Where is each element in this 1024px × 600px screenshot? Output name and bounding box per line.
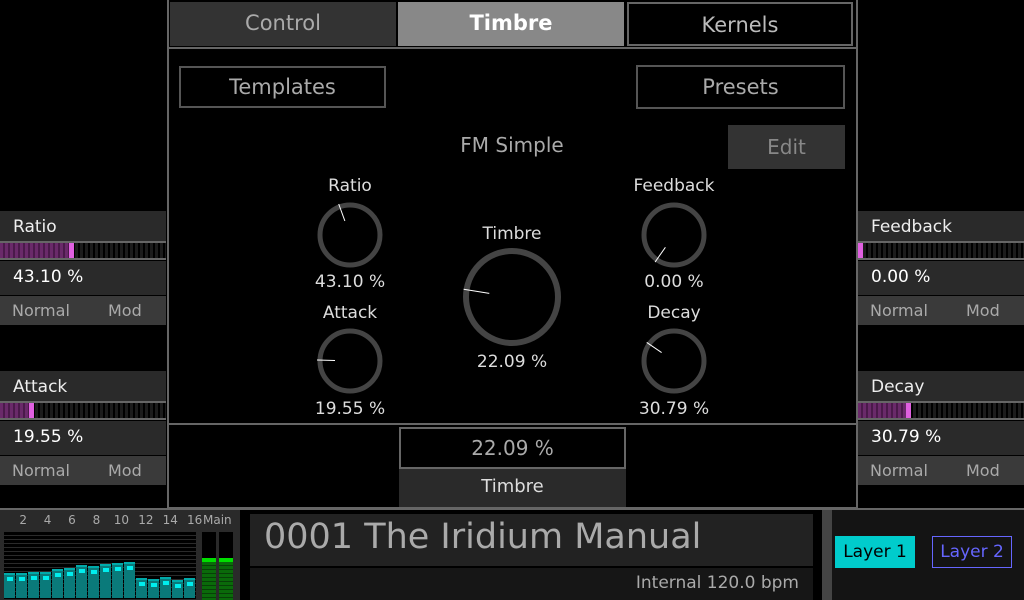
channel-meter[interactable] — [64, 568, 75, 598]
channel-meter[interactable] — [112, 563, 123, 598]
channel-meter[interactable] — [16, 573, 27, 598]
channel-meter[interactable] — [76, 565, 87, 598]
peak-indicator — [114, 567, 121, 571]
channel-meter[interactable] — [88, 566, 99, 598]
tempo[interactable]: Internal 120.0 bpm — [250, 568, 813, 600]
mixer[interactable]: 2 4 6 8 10 12 14 16 Main — [0, 510, 240, 600]
channel-label: 4 — [43, 513, 52, 527]
peak-indicator — [150, 583, 157, 587]
attack-knob[interactable] — [317, 328, 383, 394]
layer-1-button[interactable]: Layer 1 — [835, 536, 915, 568]
peak-indicator — [54, 573, 61, 577]
layer-2-button[interactable]: Layer 2 — [932, 536, 1012, 568]
channel-label: 14 — [162, 513, 178, 527]
channel-meter[interactable] — [148, 579, 159, 598]
ratio-knob[interactable] — [317, 202, 383, 268]
channel-label: 16 — [187, 513, 203, 527]
peak-indicator — [174, 584, 181, 588]
selected-value[interactable]: 22.09 % — [399, 427, 626, 469]
peak-indicator — [42, 576, 49, 580]
main-meter-fill — [219, 558, 233, 600]
channel-meter[interactable] — [100, 564, 111, 598]
preset-title-box[interactable]: 0001 The Iridium Manual — [250, 514, 813, 566]
main-meter — [202, 532, 216, 600]
main-meter-fill — [202, 558, 216, 600]
channel-label: 12 — [138, 513, 154, 527]
channel-meter[interactable] — [184, 578, 195, 598]
peak-indicator — [18, 577, 25, 581]
timbre-knob[interactable] — [463, 248, 561, 346]
channel-meter[interactable] — [124, 562, 135, 598]
peak-indicator — [90, 570, 97, 574]
preset-title: 0001 The Iridium Manual — [264, 517, 702, 557]
main-meter — [219, 532, 233, 600]
peak-indicator — [138, 582, 145, 586]
channel-meter[interactable] — [40, 572, 51, 598]
peak-indicator — [30, 576, 37, 580]
peak-indicator — [126, 566, 133, 570]
main-label: Main — [203, 513, 232, 527]
channel-meter[interactable] — [160, 577, 171, 598]
peak-indicator — [78, 569, 85, 573]
decay-knob[interactable] — [641, 328, 707, 394]
channel-label: 2 — [19, 513, 27, 527]
peak-indicator — [6, 577, 13, 581]
peak-indicator — [186, 582, 193, 586]
selected-label: Timbre — [399, 469, 626, 507]
feedback-knob[interactable] — [641, 202, 707, 268]
channel-meter[interactable] — [4, 573, 15, 598]
channel-label: 10 — [113, 513, 130, 527]
peak-indicator — [66, 572, 73, 576]
peak-indicator — [102, 568, 109, 572]
channel-label: 8 — [92, 513, 101, 527]
channel-meter[interactable] — [28, 572, 39, 598]
channel-meter[interactable] — [136, 578, 147, 598]
peak-indicator — [162, 581, 169, 585]
channel-meter[interactable] — [52, 569, 63, 598]
attack-knob-indicator — [316, 359, 336, 362]
channel-meter[interactable] — [172, 580, 183, 598]
divider — [167, 423, 858, 425]
channel-label: 6 — [68, 513, 76, 527]
